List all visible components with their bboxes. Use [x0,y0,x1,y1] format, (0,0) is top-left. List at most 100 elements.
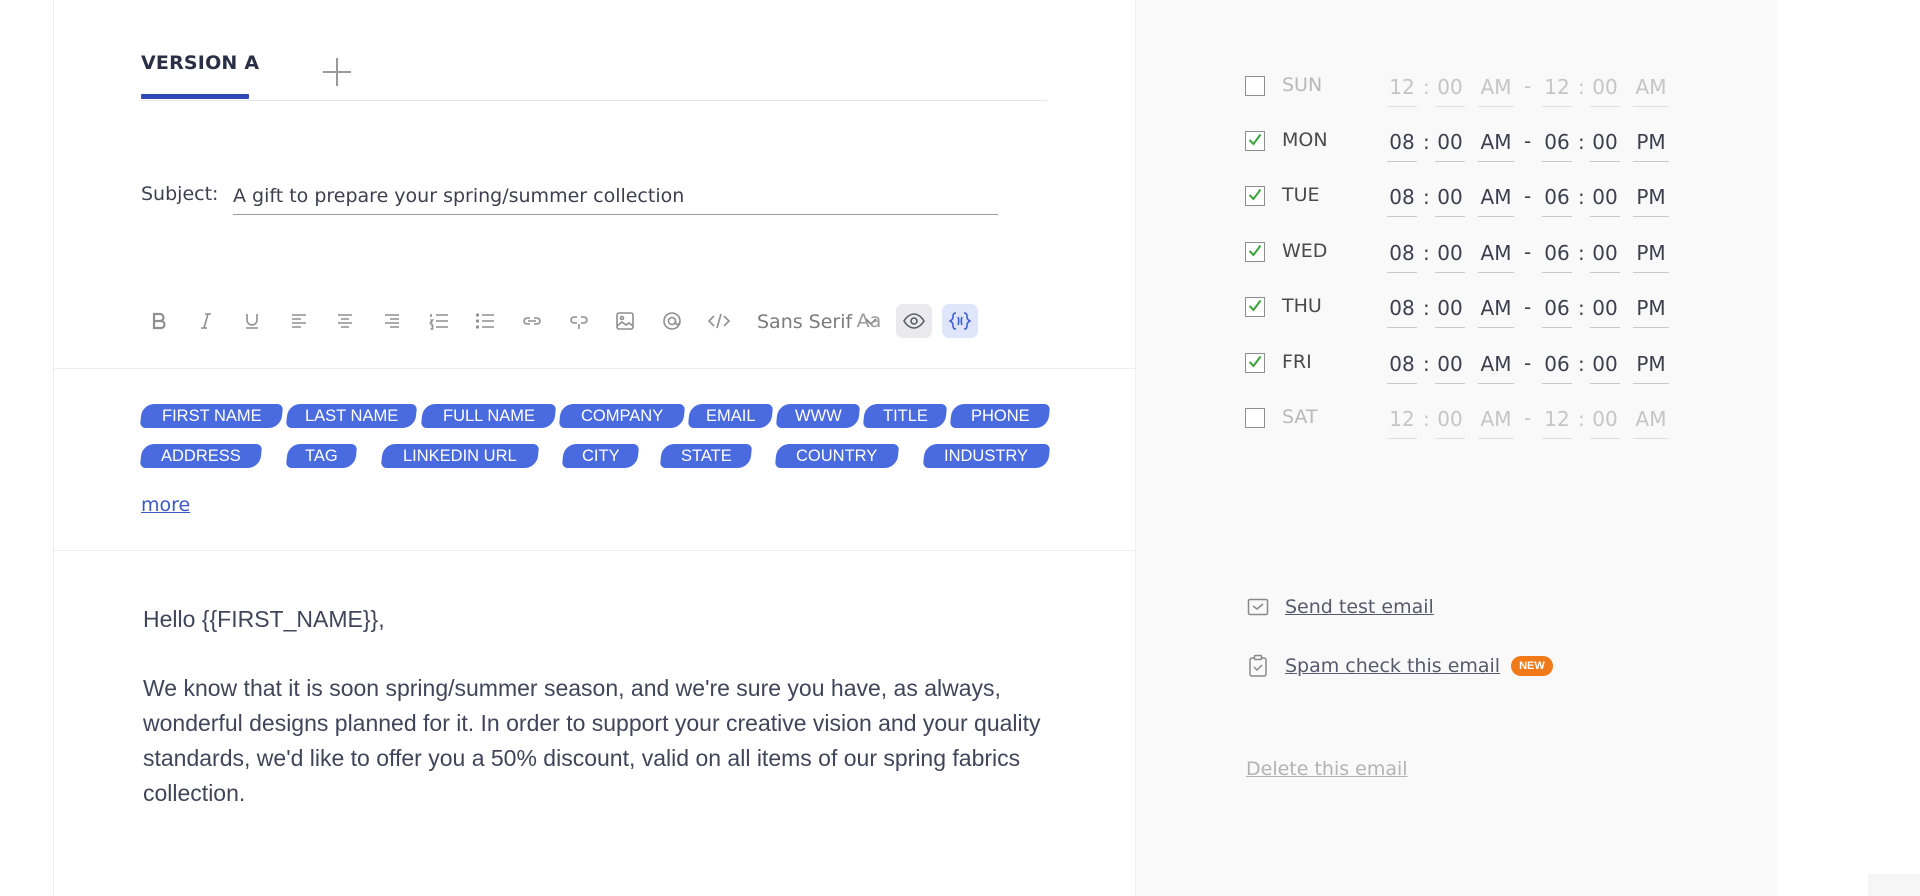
variable-chip[interactable]: FIRST NAME [139,404,284,428]
time-separator: : [1423,352,1430,376]
time-field-end-h[interactable]: 06 [1542,289,1572,328]
time-field-end-h[interactable]: 12 [1542,400,1572,439]
subject-input[interactable] [233,178,998,215]
schedule-row-tue: TUE 08 00 AM 06 00 PM:: - [1245,178,1745,218]
schedule-row-fri: FRI 08 00 AM 06 00 PM:: - [1245,345,1745,385]
day-checkbox[interactable] [1245,408,1265,428]
time-field-start-m[interactable]: 00 [1435,289,1465,328]
day-checkbox[interactable] [1245,242,1265,262]
ordered-list-icon[interactable] [421,304,457,338]
time-field-start-h[interactable]: 08 [1387,345,1417,384]
unlink-icon[interactable] [561,304,597,338]
time-field-start-p[interactable]: AM [1478,178,1514,217]
variable-chip[interactable]: PHONE [949,404,1051,428]
italic-icon[interactable] [188,304,224,338]
time-field-start-m[interactable]: 00 [1435,123,1465,162]
time-separator: : [1578,352,1585,376]
day-checkbox[interactable] [1245,186,1265,206]
bold-icon[interactable] [141,304,177,338]
time-field-end-p[interactable]: PM [1633,178,1669,217]
toolbar-divider [54,368,1135,369]
time-field-end-p[interactable]: PM [1633,345,1669,384]
time-field-start-m[interactable]: 00 [1435,400,1465,439]
day-label: FRI [1282,351,1312,373]
range-dash: - [1524,74,1532,98]
schedule-row-thu: THU 08 00 AM 06 00 PM:: - [1245,289,1745,329]
time-field-end-m[interactable]: 00 [1590,68,1620,107]
day-checkbox[interactable] [1245,297,1265,317]
time-field-end-m[interactable]: 00 [1590,234,1620,273]
day-checkbox[interactable] [1245,131,1265,151]
variable-chip[interactable]: STATE [659,444,753,468]
delete-email-link[interactable]: Delete this email [1246,758,1408,780]
time-field-start-m[interactable]: 00 [1435,234,1465,273]
image-icon[interactable] [607,304,643,338]
variable-chip[interactable]: LINKEDIN URL [380,444,540,468]
preview-eye-icon[interactable] [896,304,932,338]
time-field-start-h[interactable]: 08 [1387,234,1417,273]
time-field-end-p[interactable]: AM [1633,68,1669,107]
time-field-start-p[interactable]: AM [1478,234,1514,273]
variable-chip[interactable]: EMAIL [687,404,774,428]
time-field-start-h[interactable]: 12 [1387,68,1417,107]
time-field-end-p[interactable]: PM [1633,289,1669,328]
link-icon[interactable] [514,304,550,338]
align-left-icon[interactable] [281,304,317,338]
time-field-end-p[interactable]: PM [1633,123,1669,162]
underline-icon[interactable] [234,304,270,338]
time-field-end-m[interactable]: 00 [1590,178,1620,217]
spam-check-button[interactable]: Spam check this email NEW [1247,654,1553,678]
send-test-email-button[interactable]: Send test email [1247,596,1434,618]
checkmark-icon [1248,244,1262,257]
variable-chip[interactable]: ADDRESS [139,444,263,468]
time-field-start-h[interactable]: 08 [1387,178,1417,217]
add-version-icon[interactable] [323,58,351,86]
code-icon[interactable] [701,304,737,338]
variable-chip[interactable]: LAST NAME [285,404,418,428]
align-center-icon[interactable] [327,304,363,338]
time-field-start-p[interactable]: AM [1478,68,1514,107]
time-field-end-h[interactable]: 06 [1542,123,1572,162]
time-field-start-m[interactable]: 00 [1435,178,1465,217]
formatting-toolbar: Sans Serif Aa [141,304,1101,340]
font-size-button[interactable]: Aa [849,304,889,338]
time-field-end-p[interactable]: PM [1633,234,1669,273]
time-field-start-p[interactable]: AM [1478,345,1514,384]
mention-icon[interactable] [654,304,690,338]
time-field-start-m[interactable]: 00 [1435,345,1465,384]
time-field-start-h[interactable]: 12 [1387,400,1417,439]
time-field-end-h[interactable]: 12 [1542,68,1572,107]
variable-chip[interactable]: INDUSTRY [922,444,1051,468]
time-field-start-p[interactable]: AM [1478,123,1514,162]
time-field-end-m[interactable]: 00 [1590,289,1620,328]
time-field-end-m[interactable]: 00 [1590,400,1620,439]
time-field-start-h[interactable]: 08 [1387,289,1417,328]
time-field-start-h[interactable]: 08 [1387,123,1417,162]
variable-chip[interactable]: FULL NAME [420,404,557,428]
time-field-end-h[interactable]: 06 [1542,234,1572,273]
time-separator: : [1423,185,1430,209]
variable-chip[interactable]: COMPANY [558,404,686,428]
email-body[interactable]: Hello {{FIRST_NAME}}, We know that it is… [143,602,1043,811]
tab-version-a[interactable]: VERSION A [141,52,259,74]
variable-chip[interactable]: WWW [775,404,861,428]
variable-chip[interactable]: TITLE [862,404,948,428]
time-field-start-p[interactable]: AM [1478,289,1514,328]
bullet-list-icon[interactable] [467,304,503,338]
day-checkbox[interactable] [1245,353,1265,373]
time-field-end-p[interactable]: AM [1633,400,1669,439]
day-checkbox[interactable] [1245,76,1265,96]
variable-chip[interactable]: CITY [561,444,640,468]
time-field-start-p[interactable]: AM [1478,400,1514,439]
align-right-icon[interactable] [374,304,410,338]
time-field-end-m[interactable]: 00 [1590,345,1620,384]
schedule-row-wed: WED 08 00 AM 06 00 PM:: - [1245,234,1745,274]
variable-chip[interactable]: COUNTRY [774,444,900,468]
variables-braces-icon[interactable] [942,304,978,338]
time-field-end-h[interactable]: 06 [1542,178,1572,217]
variable-chip[interactable]: TAG [285,444,358,468]
time-field-end-m[interactable]: 00 [1590,123,1620,162]
time-field-start-m[interactable]: 00 [1435,68,1465,107]
time-field-end-h[interactable]: 06 [1542,345,1572,384]
more-variables-link[interactable]: more [141,494,190,516]
